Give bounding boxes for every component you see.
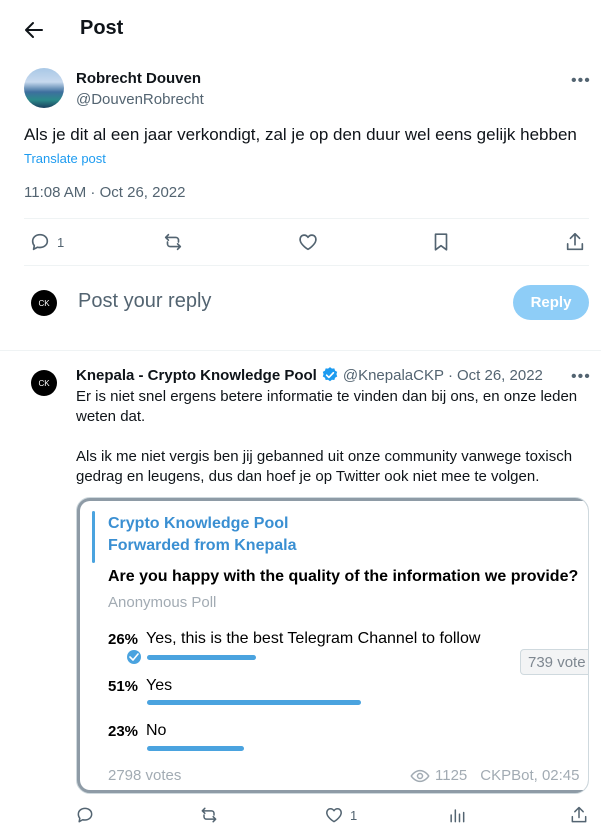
- forwarded-label: Forwarded from Knepala: [108, 537, 297, 554]
- separator-dot: ·: [447, 366, 453, 384]
- reply-date[interactable]: Oct 26, 2022: [457, 367, 543, 384]
- bookmark-action[interactable]: [430, 231, 452, 253]
- poll-option-bar: [147, 655, 256, 660]
- reply-icon: [31, 233, 49, 251]
- like-count: 1: [350, 807, 358, 823]
- reply-input[interactable]: Post your reply: [78, 290, 211, 313]
- user-avatar[interactable]: CK: [31, 290, 57, 316]
- bookmark-icon: [434, 233, 448, 251]
- votes-tooltip: 739 vote: [520, 649, 588, 675]
- eye-icon: [410, 769, 430, 782]
- like-action[interactable]: [297, 231, 319, 253]
- share-icon: [571, 806, 587, 823]
- poll-option-label: No: [146, 722, 167, 739]
- page-title: Post: [80, 17, 124, 39]
- poll-card: Crypto Knowledge Pool Forwarded from Kne…: [80, 501, 588, 790]
- repost-icon: [164, 233, 182, 251]
- divider: [0, 350, 601, 351]
- forward-accent-bar: [92, 511, 95, 563]
- share-action[interactable]: [564, 231, 586, 253]
- reply-button[interactable]: Reply: [513, 285, 589, 320]
- repost-action[interactable]: [199, 805, 219, 825]
- poll-option-label: Yes, this is the best Telegram Channel t…: [146, 630, 481, 647]
- translate-post-link[interactable]: Translate post: [24, 151, 106, 166]
- more-options-icon[interactable]: •••: [571, 368, 591, 386]
- reply-author-name[interactable]: Knepala - Crypto Knowledge Pool: [76, 367, 317, 384]
- repost-icon: [201, 807, 217, 823]
- views-count: 1125: [435, 767, 468, 784]
- share-icon: [566, 232, 584, 251]
- message-meta: 1125 CKPBot, 02:45: [410, 767, 580, 784]
- post-text: Als je dit al een jaar verkondigt, zal j…: [24, 125, 577, 144]
- page-header: Post: [0, 0, 601, 58]
- heart-icon: [299, 234, 317, 251]
- heart-icon: [326, 808, 342, 823]
- poll-option-bar: [147, 746, 244, 751]
- verified-icon: [322, 367, 338, 382]
- reply-action[interactable]: [75, 805, 95, 825]
- more-options-icon[interactable]: •••: [571, 72, 591, 90]
- repost-action[interactable]: [162, 231, 184, 253]
- back-arrow-icon[interactable]: [22, 18, 46, 42]
- reply-action[interactable]: 1: [29, 231, 64, 253]
- reply-author-handle[interactable]: @KnepalaCKP: [343, 367, 444, 384]
- poll-type: Anonymous Poll: [108, 594, 217, 611]
- views-icon: [450, 809, 465, 823]
- reply-icon: [77, 807, 93, 823]
- share-action[interactable]: [569, 805, 589, 825]
- author-name[interactable]: Robrecht Douven: [76, 70, 201, 87]
- channel-name: Crypto Knowledge Pool: [108, 515, 289, 532]
- author-handle[interactable]: @DouvenRobrecht: [76, 91, 204, 108]
- poll-total-votes: 2798 votes: [108, 767, 182, 784]
- divider: [24, 218, 589, 219]
- message-signature: CKPBot, 02:45: [480, 767, 580, 784]
- poll-option-percent: 26%: [108, 631, 139, 648]
- reply-header: Knepala - Crypto Knowledge Pool @Knepala…: [76, 366, 543, 384]
- reply-paragraph: Er is niet snel ergens betere informatie…: [76, 388, 578, 425]
- attached-image[interactable]: Crypto Knowledge Pool Forwarded from Kne…: [76, 497, 589, 794]
- poll-option-bar: [147, 700, 361, 705]
- views-action[interactable]: [447, 805, 467, 825]
- reply-paragraph: Als ik me niet vergis ben jij gebanned u…: [76, 448, 573, 485]
- poll-option-percent: 23%: [108, 723, 139, 740]
- author-avatar[interactable]: [24, 68, 64, 108]
- reply-count: 1: [57, 234, 65, 250]
- checkmark-icon: [127, 650, 141, 664]
- poll-option-label: Yes: [146, 677, 173, 694]
- reply-text: Er is niet snel ergens betere informatie…: [76, 387, 596, 507]
- reply-author-avatar[interactable]: CK: [31, 370, 57, 396]
- poll-question: Are you happy with the quality of the in…: [108, 568, 579, 585]
- divider: [24, 265, 589, 266]
- post-timestamp[interactable]: 11:08 AM · Oct 26, 2022: [24, 184, 185, 201]
- like-action[interactable]: 1: [324, 805, 357, 825]
- poll-option-percent: 51%: [108, 678, 139, 695]
